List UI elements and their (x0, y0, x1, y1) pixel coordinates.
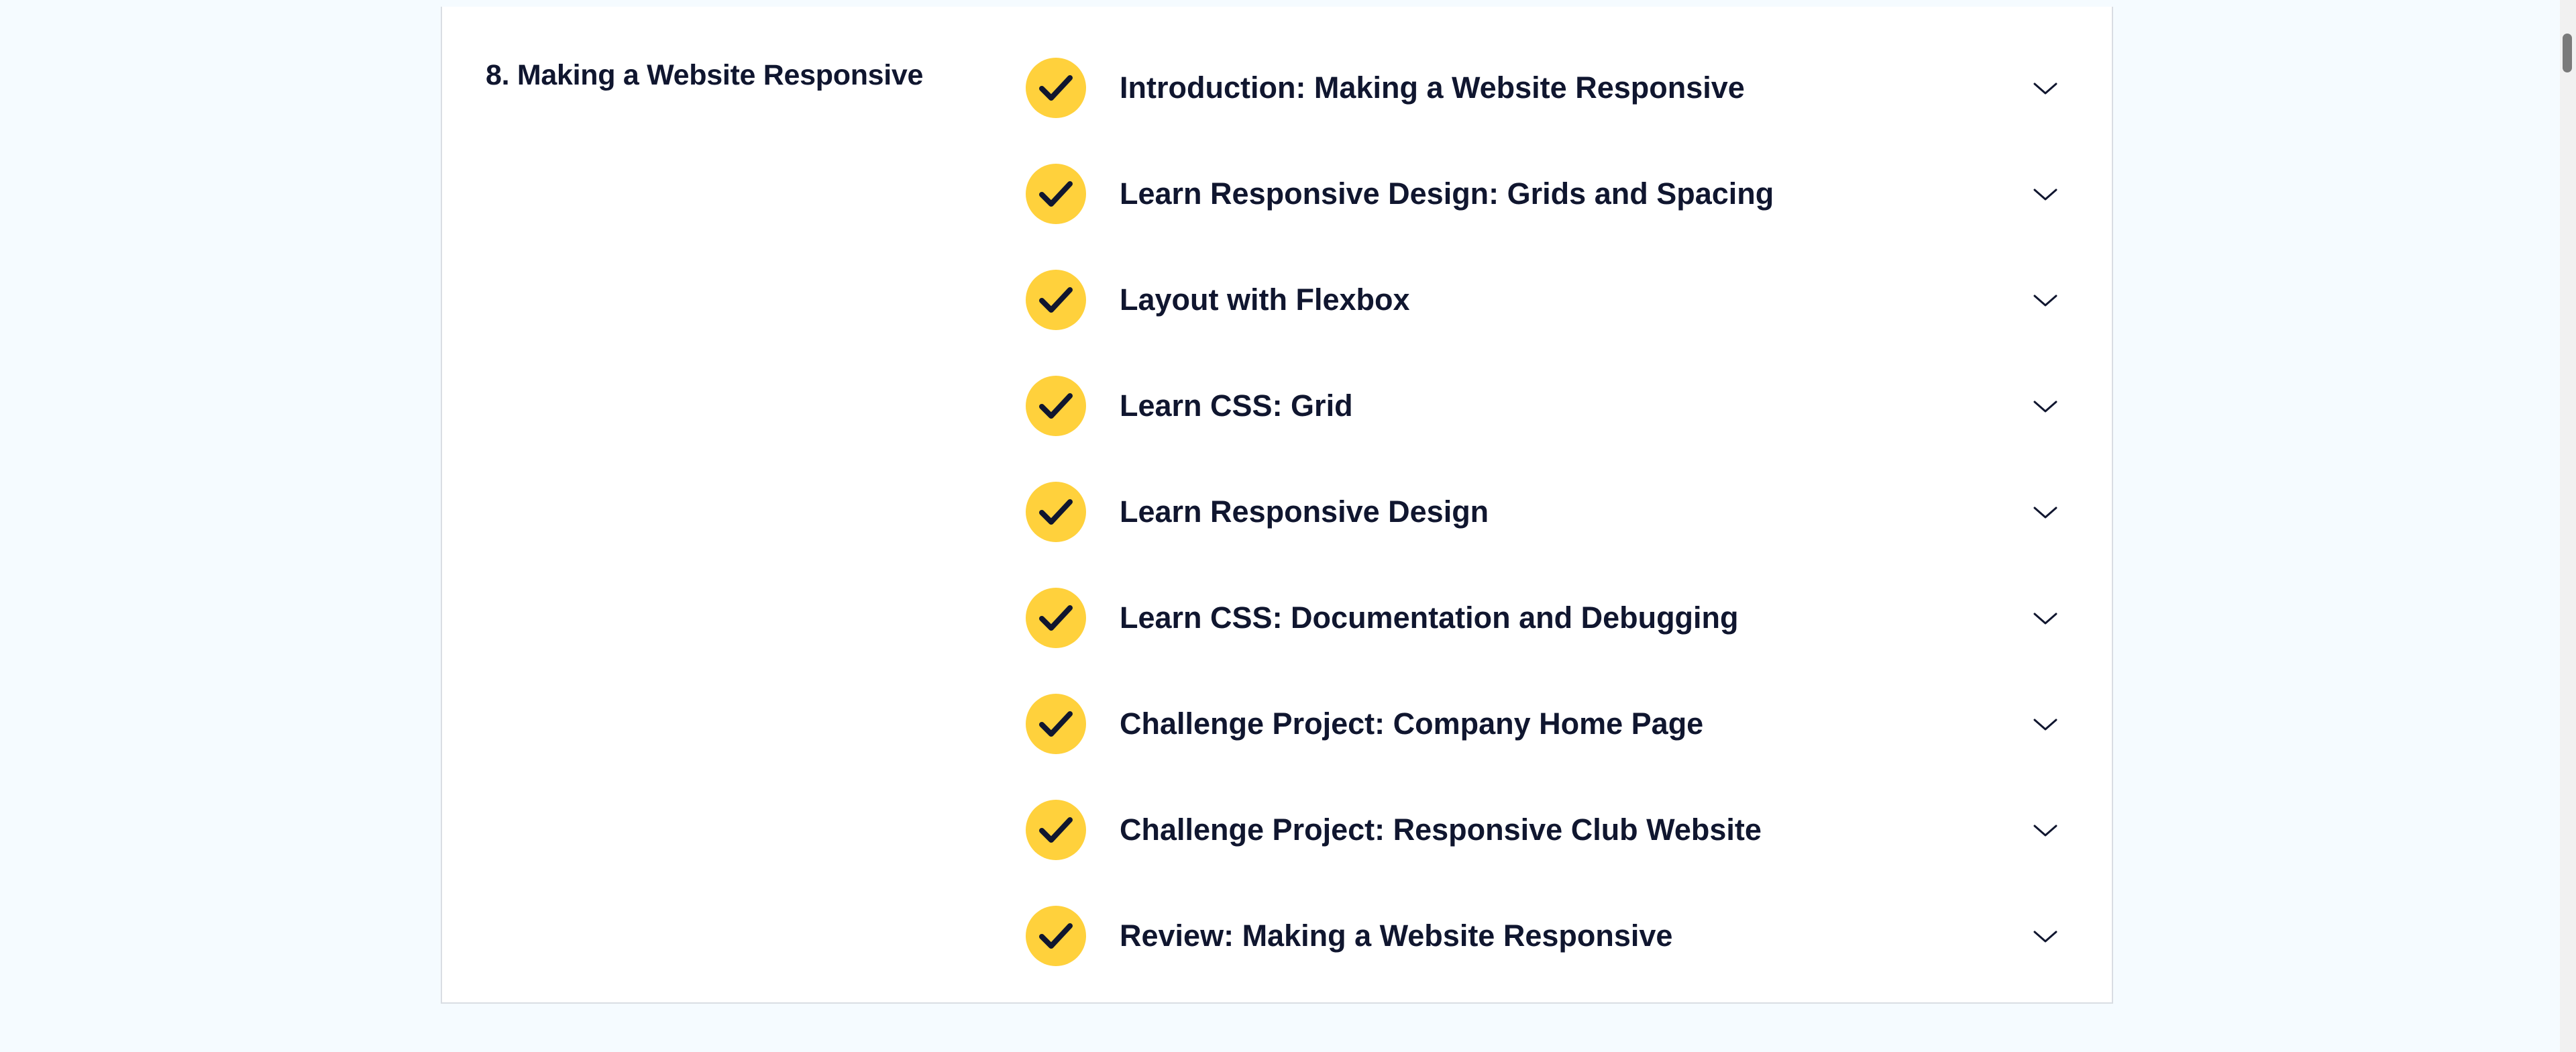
lesson-item[interactable]: Layout with Flexbox (1026, 256, 2059, 344)
chevron-down-icon[interactable] (2032, 78, 2059, 98)
lesson-item[interactable]: Learn CSS: Documentation and Debugging (1026, 574, 2059, 662)
chevron-down-icon[interactable] (2032, 290, 2059, 310)
chevron-down-icon[interactable] (2032, 608, 2059, 628)
check-icon (1026, 588, 1086, 648)
lesson-item[interactable]: Challenge Project: Responsive Club Websi… (1026, 786, 2059, 874)
lesson-item[interactable]: Learn Responsive Design (1026, 468, 2059, 556)
lesson-title: Learn Responsive Design: Grids and Spaci… (1120, 176, 1774, 211)
chevron-down-icon[interactable] (2032, 396, 2059, 416)
lesson-item[interactable]: Learn Responsive Design: Grids and Spaci… (1026, 150, 2059, 238)
chevron-down-icon[interactable] (2032, 714, 2059, 734)
page-scrollbar[interactable] (2560, 0, 2576, 1052)
lesson-title: Learn CSS: Grid (1120, 388, 1353, 423)
course-section-card: 8. Making a Website Responsive Introduct… (441, 7, 2113, 1004)
chevron-down-icon[interactable] (2032, 926, 2059, 946)
lesson-item[interactable]: Learn CSS: Grid (1026, 362, 2059, 450)
lesson-title: Learn Responsive Design (1120, 494, 1489, 529)
lesson-title: Challenge Project: Responsive Club Websi… (1120, 812, 1762, 847)
lesson-title: Challenge Project: Company Home Page (1120, 706, 1704, 741)
scrollbar-thumb[interactable] (2563, 34, 2572, 72)
check-icon (1026, 694, 1086, 754)
lesson-title: Introduction: Making a Website Responsiv… (1120, 70, 1745, 105)
lesson-item[interactable]: Review: Making a Website Responsive (1026, 892, 2059, 980)
lesson-title: Learn CSS: Documentation and Debugging (1120, 600, 1739, 635)
chevron-down-icon[interactable] (2032, 820, 2059, 840)
lesson-title: Layout with Flexbox (1120, 282, 1410, 317)
check-icon (1026, 800, 1086, 860)
check-icon (1026, 270, 1086, 330)
lesson-item[interactable]: Introduction: Making a Website Responsiv… (1026, 44, 2059, 132)
check-icon (1026, 376, 1086, 436)
chevron-down-icon[interactable] (2032, 502, 2059, 522)
check-icon (1026, 164, 1086, 224)
lesson-title: Review: Making a Website Responsive (1120, 918, 1673, 953)
check-icon (1026, 906, 1086, 966)
chevron-down-icon[interactable] (2032, 184, 2059, 204)
section-title: 8. Making a Website Responsive (486, 59, 924, 91)
check-icon (1026, 58, 1086, 118)
check-icon (1026, 482, 1086, 542)
lesson-item[interactable]: Challenge Project: Company Home Page (1026, 680, 2059, 768)
